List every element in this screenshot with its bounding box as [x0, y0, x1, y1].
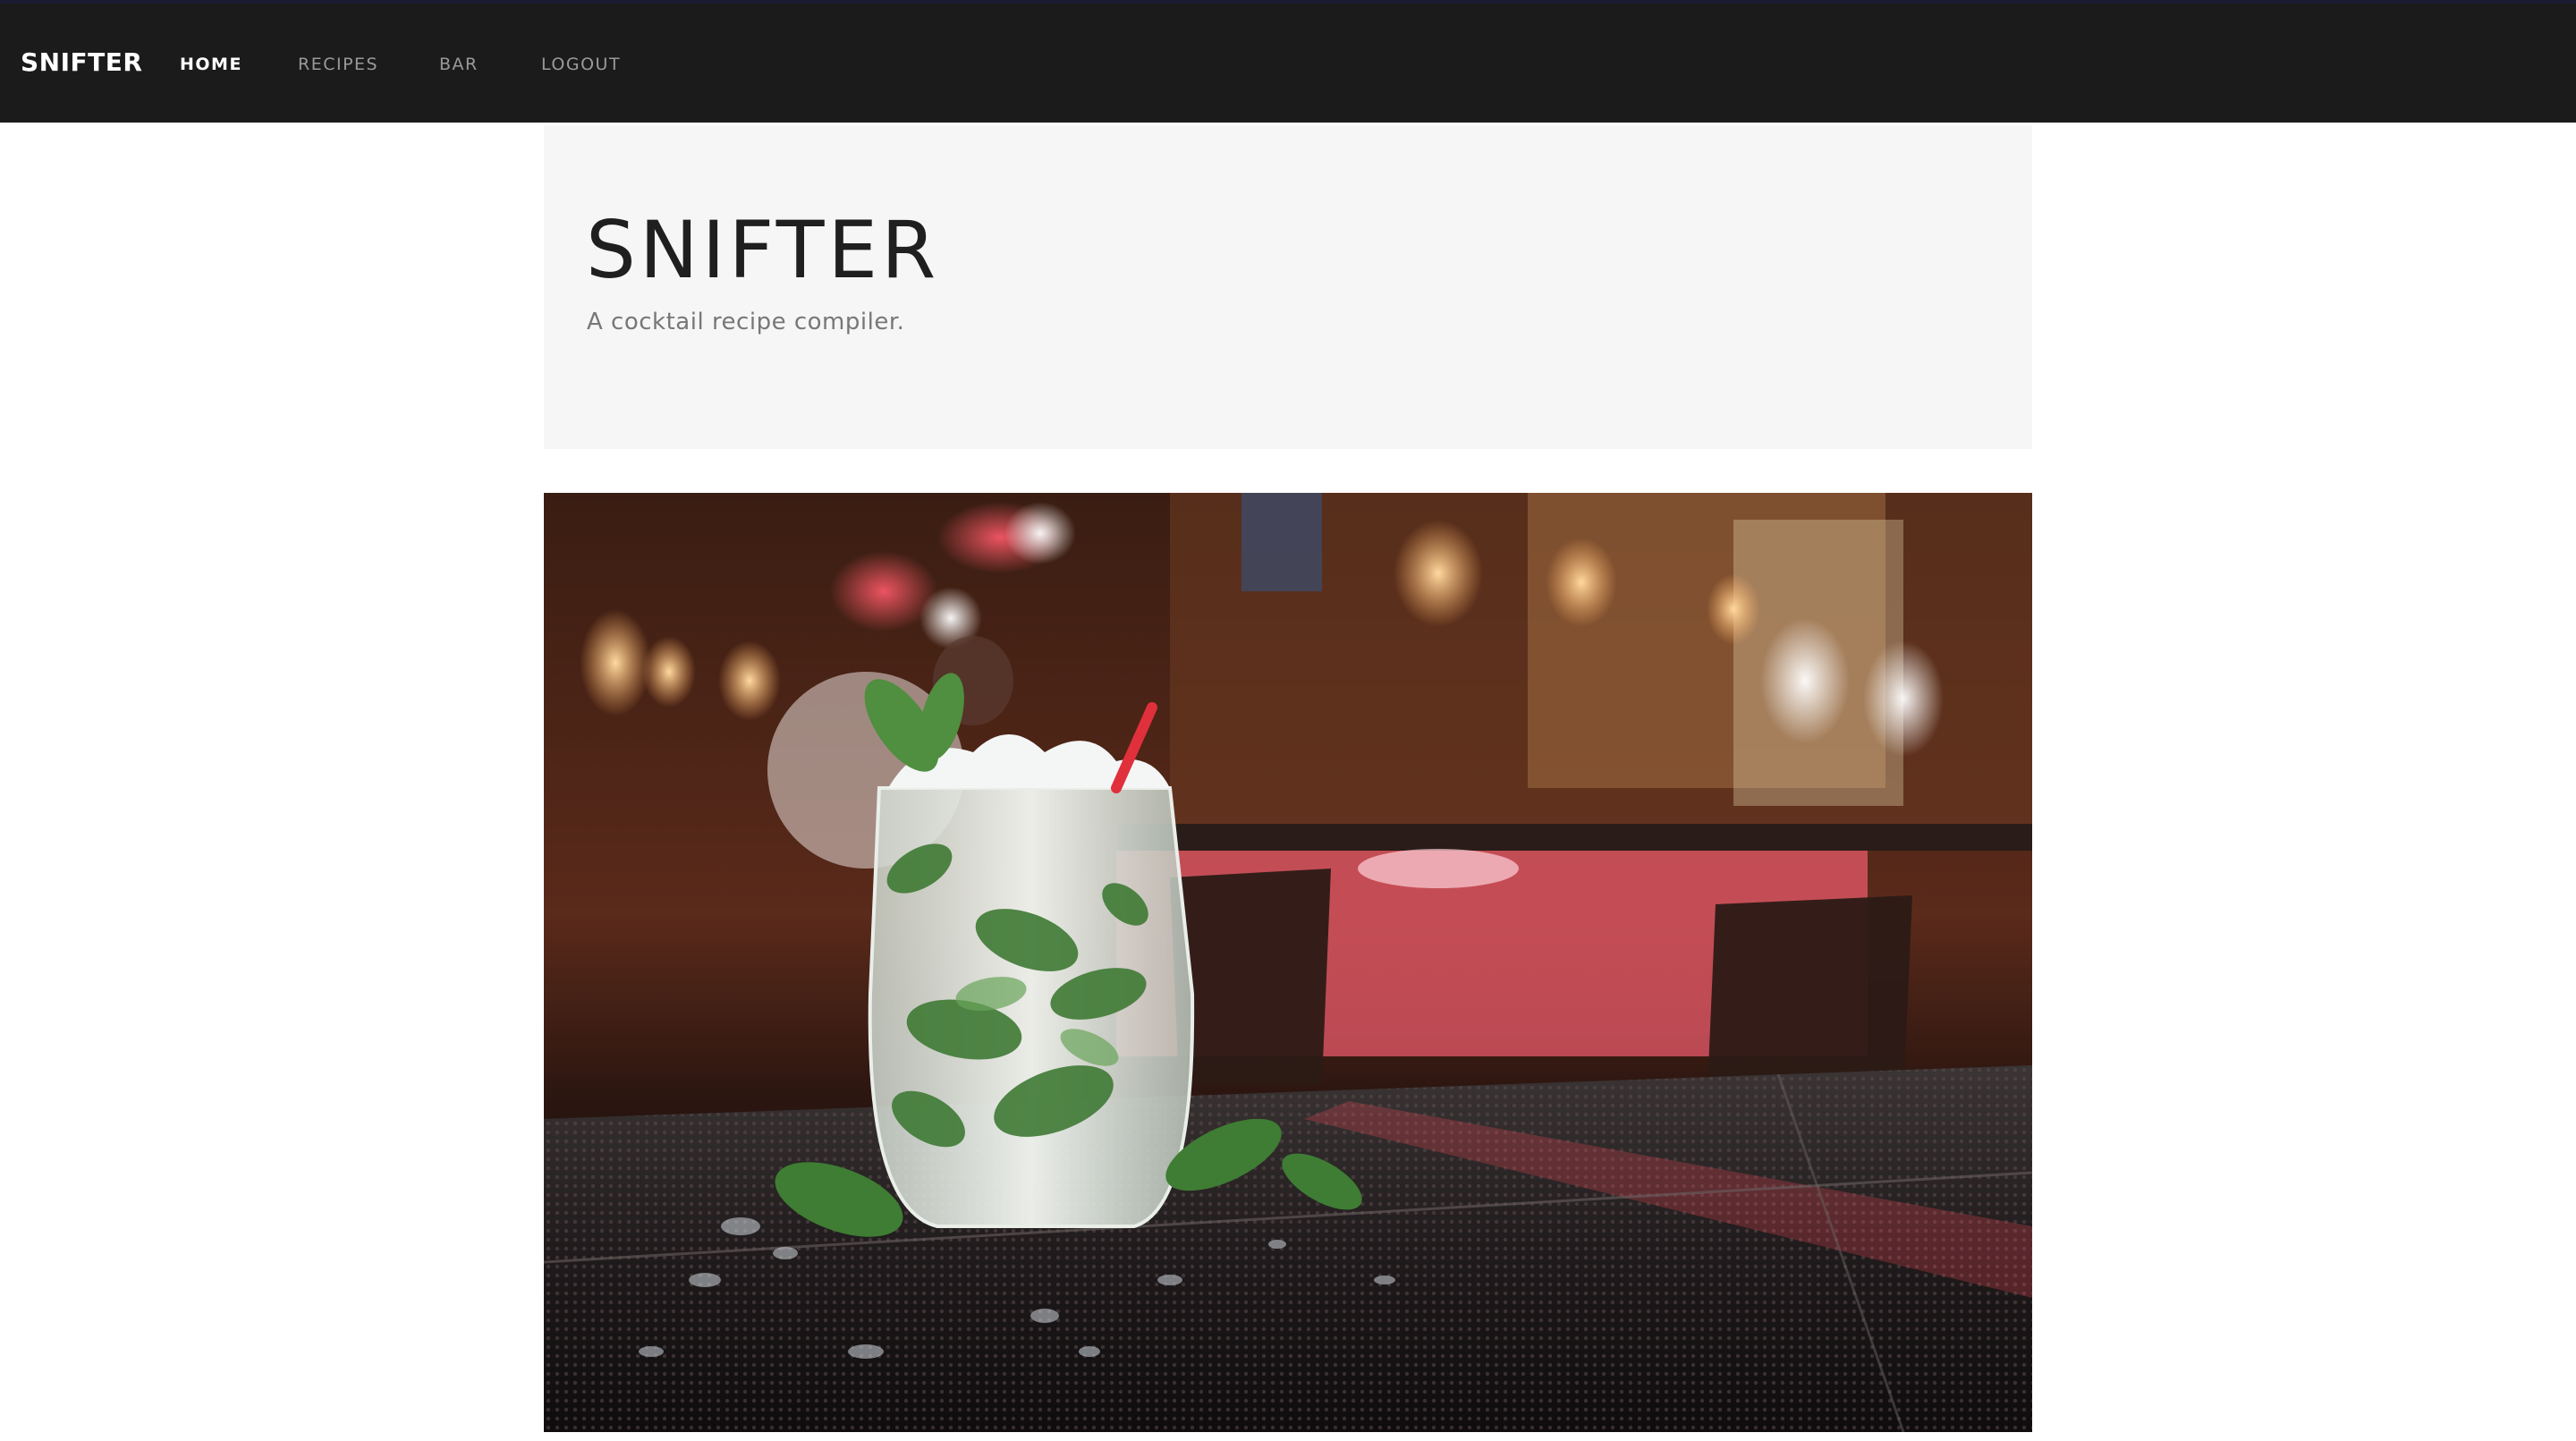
- page-title: SNIFTER: [586, 204, 940, 296]
- page-subtitle: A cocktail recipe compiler.: [587, 309, 905, 335]
- nav-link-bar[interactable]: BAR: [439, 55, 479, 74]
- top-navbar: SNIFTER HOME RECIPES BAR LOGOUT: [0, 0, 2576, 123]
- hero-cocktail-image: [544, 493, 2032, 1432]
- nav-link-logout[interactable]: LOGOUT: [541, 55, 621, 74]
- nav-link-home[interactable]: HOME: [180, 55, 242, 74]
- nav-link-recipes[interactable]: RECIPES: [298, 55, 378, 74]
- jumbotron: SNIFTER A cocktail recipe compiler.: [544, 125, 2032, 449]
- brand-link[interactable]: SNIFTER: [21, 48, 142, 77]
